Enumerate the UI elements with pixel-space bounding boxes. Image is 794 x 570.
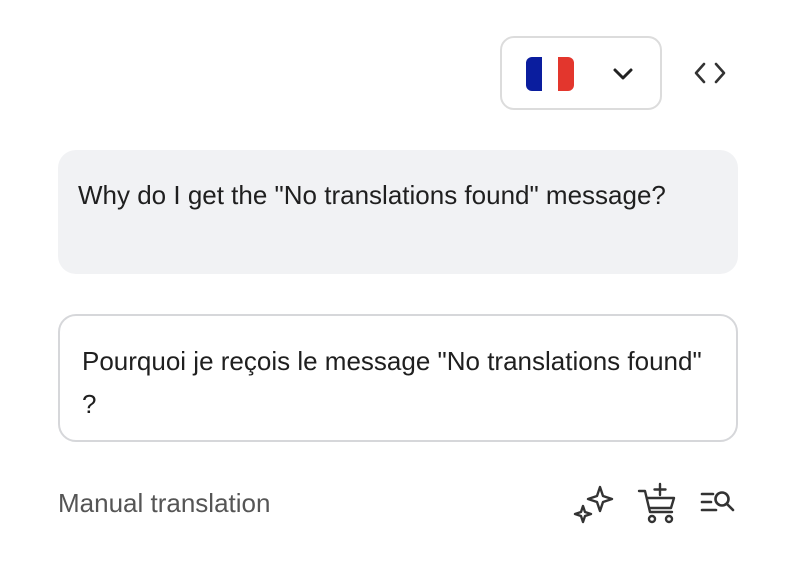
translation-field[interactable]: Pourquoi je reçois le message "No transl…: [58, 314, 738, 442]
manual-translation-label: Manual translation: [58, 488, 271, 518]
source-text: Why do I get the "No translations found"…: [58, 150, 738, 274]
france-flag-icon: [526, 57, 574, 91]
search-list-icon[interactable]: [698, 482, 742, 526]
chevron-down-icon: [613, 68, 633, 80]
sparkles-icon[interactable]: [572, 482, 616, 526]
cart-add-icon[interactable]: [636, 482, 680, 526]
language-selector[interactable]: [500, 36, 662, 110]
code-brackets-icon[interactable]: [690, 58, 730, 88]
